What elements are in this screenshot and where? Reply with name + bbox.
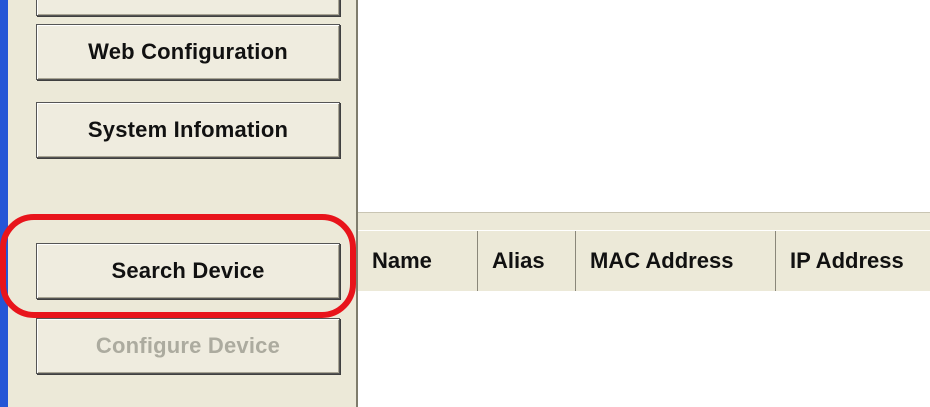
configure-device-button: Configure Device [36, 318, 340, 374]
column-header-alias[interactable]: Alias [478, 231, 576, 291]
device-list-header: Name Alias MAC Address IP Address [358, 230, 930, 291]
content-area [358, 0, 930, 212]
column-header-name[interactable]: Name [358, 231, 478, 291]
pane-splitter[interactable] [358, 212, 930, 231]
system-information-button[interactable]: System Infomation [36, 102, 340, 158]
column-header-mac-address[interactable]: MAC Address [576, 231, 776, 291]
column-header-ip-address[interactable]: IP Address [776, 231, 930, 291]
sidebar-button-top-partial[interactable] [36, 0, 340, 16]
window-edge [0, 0, 8, 407]
sidebar-panel: Web Configuration System Infomation Sear… [8, 0, 358, 407]
web-configuration-button[interactable]: Web Configuration [36, 24, 340, 80]
search-device-button[interactable]: Search Device [36, 243, 340, 299]
